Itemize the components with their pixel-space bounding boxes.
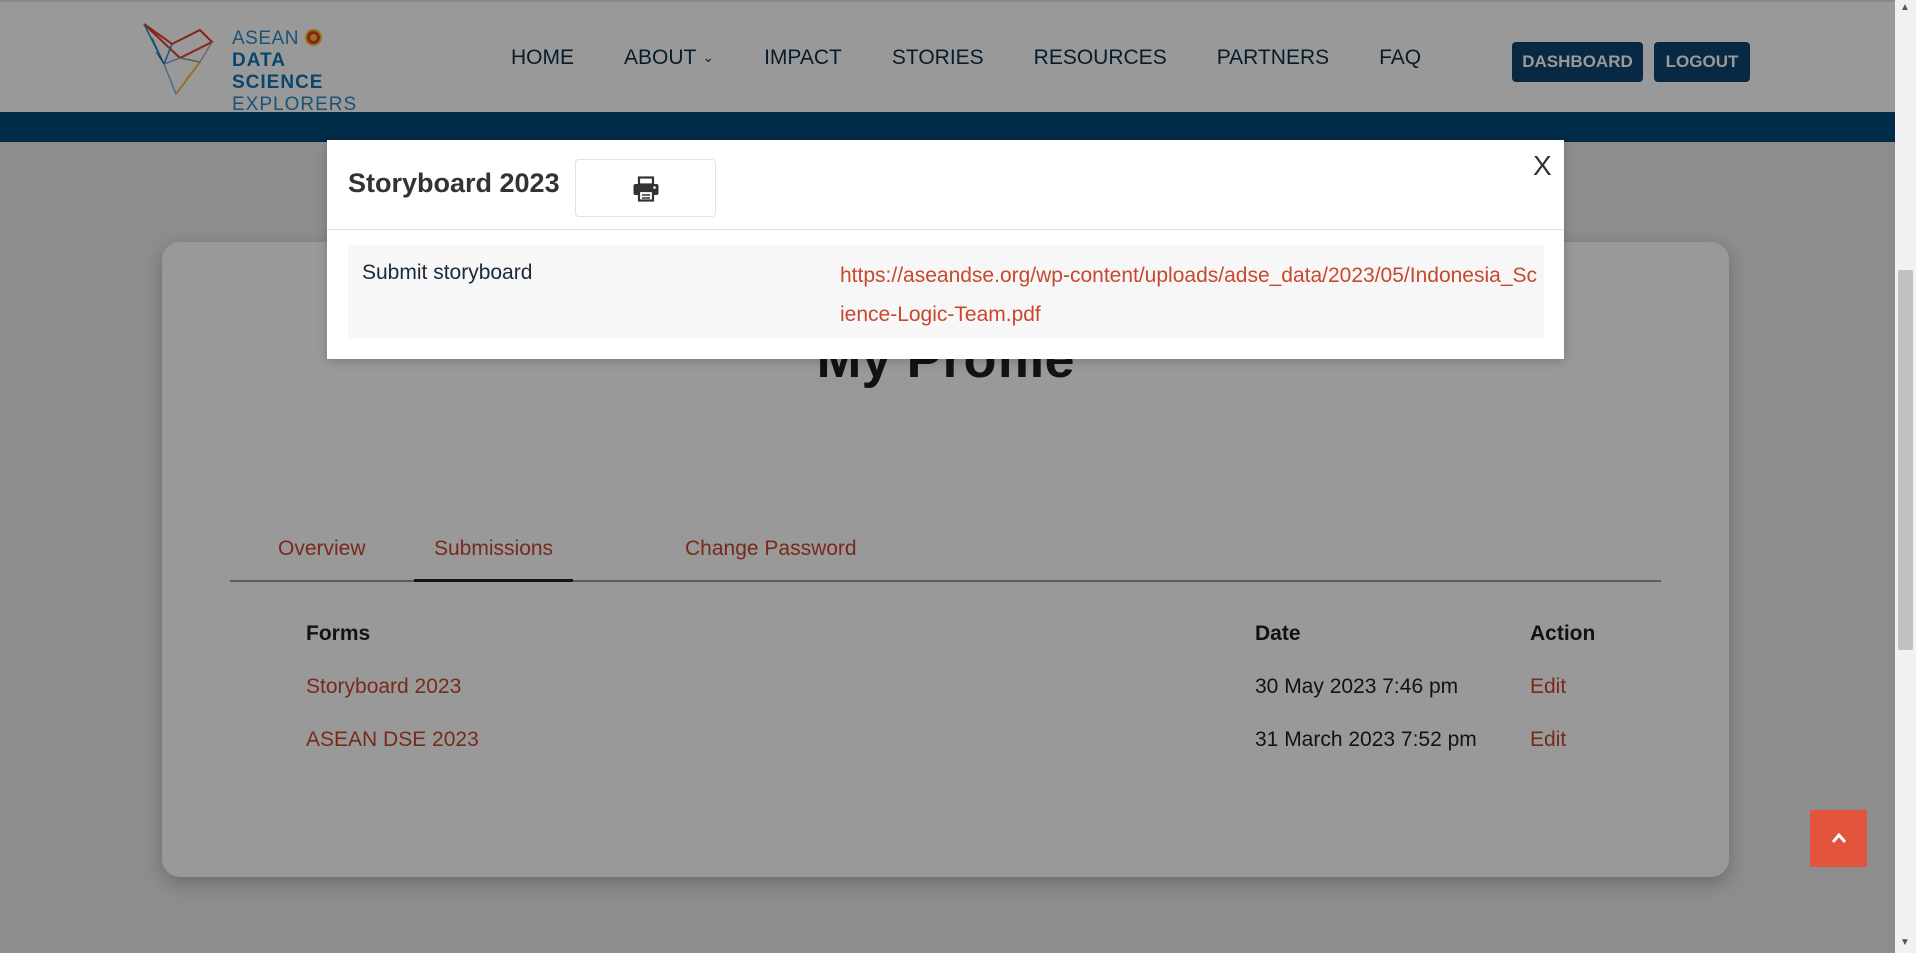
storyboard-file-link[interactable]: https://aseandse.org/wp-content/uploads/…	[840, 256, 1540, 334]
print-icon	[633, 176, 659, 202]
submission-modal: Storyboard 2023 X Submit storyboard http…	[327, 140, 1564, 359]
field-label: Submit storyboard	[362, 261, 533, 284]
modal-field-row: Submit storyboard https://aseandse.org/w…	[348, 245, 1544, 338]
page-scrollbar[interactable]: ▲ ▼	[1895, 0, 1916, 953]
close-button[interactable]: X	[1533, 150, 1552, 182]
modal-header: Storyboard 2023 X	[327, 140, 1564, 230]
chevron-up-icon	[1831, 832, 1847, 843]
scroll-thumb[interactable]	[1898, 270, 1913, 650]
print-button[interactable]	[575, 159, 716, 217]
modal-title: Storyboard 2023	[348, 168, 560, 198]
scroll-up-arrow-icon[interactable]: ▲	[1900, 2, 1910, 13]
scroll-down-arrow-icon[interactable]: ▼	[1900, 937, 1910, 948]
back-to-top-button[interactable]	[1810, 810, 1867, 867]
